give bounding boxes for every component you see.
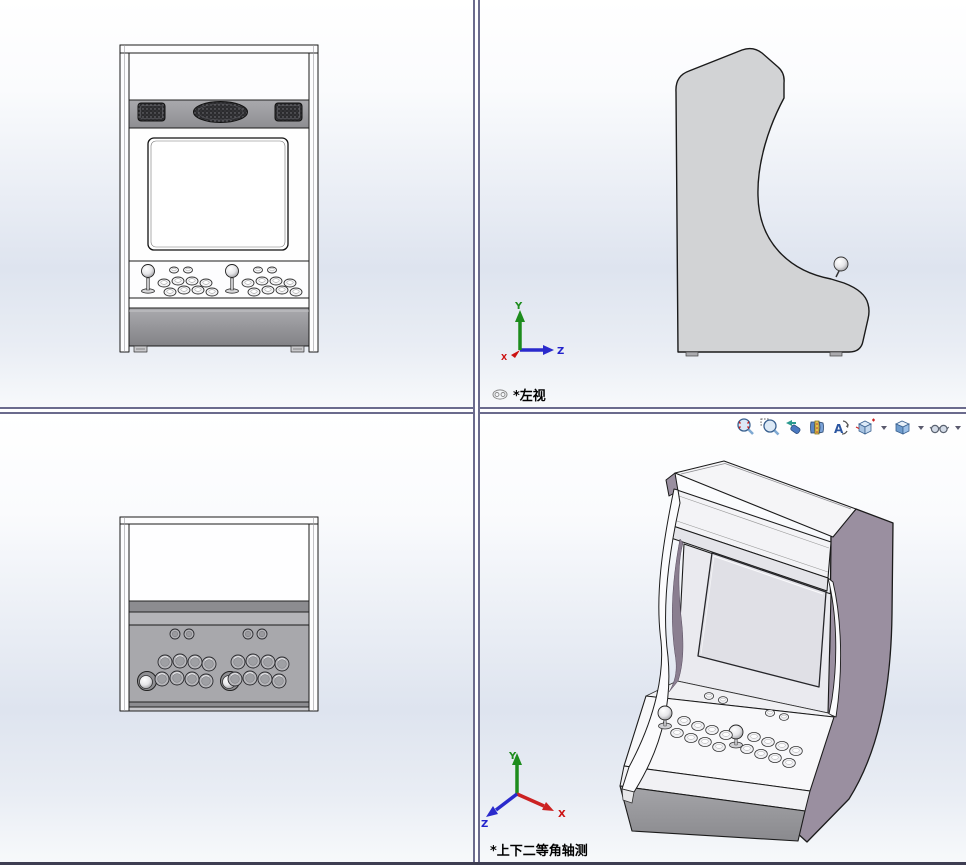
viewport-top[interactable] (0, 414, 473, 862)
view-label: *上下二等角轴测 (490, 840, 588, 859)
feet (133, 345, 305, 353)
marquee[interactable] (128, 52, 310, 101)
view-label-text: *上下二等角轴测 (490, 844, 588, 859)
dynamic-annotation-views-icon[interactable]: A (831, 417, 852, 438)
viewport-divider-vertical[interactable] (473, 0, 480, 862)
front-cabinet[interactable] (119, 44, 319, 353)
y-axis-label: Y (508, 751, 517, 762)
section-view-icon[interactable] (807, 417, 828, 438)
base-panel[interactable] (128, 307, 310, 347)
view-label: *左视 (492, 385, 546, 404)
viewport-divider-horizontal[interactable] (0, 407, 966, 414)
viewport-grid: Y Z X *左视 A Y X Z *上下二等角轴测 (0, 0, 966, 865)
view-label-text: *左视 (513, 389, 546, 404)
link-icon (492, 389, 508, 400)
control-panel-top[interactable] (128, 624, 310, 703)
marquee-top (128, 523, 310, 602)
top-cabinet[interactable] (119, 516, 319, 712)
display-style-dropdown-icon[interactable] (918, 425, 924, 430)
side-profile[interactable] (675, 47, 870, 357)
view-orientation-dropdown-icon[interactable] (881, 425, 887, 430)
joystick-ball (833, 256, 849, 272)
hide-show-items-dropdown-icon[interactable] (955, 425, 961, 430)
zoom-to-fit-icon[interactable] (735, 417, 756, 438)
joystick-p1[interactable] (137, 671, 157, 691)
control-panel[interactable] (128, 260, 310, 299)
screen[interactable] (147, 137, 289, 251)
speaker-grille-center (193, 101, 248, 123)
top-cap (119, 44, 319, 54)
display-style-icon[interactable] (892, 417, 913, 438)
isometric-view-drawing (619, 460, 894, 843)
axis-triad: Y Z X (501, 301, 564, 362)
y-axis-label: Y (514, 301, 523, 312)
x-axis-label: X (558, 809, 566, 820)
heads-up-toolbar: A (735, 417, 963, 438)
axis-triad: Y X Z (481, 751, 566, 829)
viewport-isometric[interactable]: A Y X Z *上下二等角轴测 (480, 414, 966, 862)
iso-cabinet[interactable] (619, 460, 894, 843)
hide-show-items-icon[interactable] (929, 417, 950, 438)
speaker-band[interactable] (128, 99, 310, 129)
top-view-drawing (119, 516, 319, 712)
viewport-side[interactable]: Y Z X *左视 (480, 0, 966, 407)
z-axis-label: Z (481, 819, 488, 829)
viewport-front[interactable] (0, 0, 473, 407)
z-axis-label: Z (557, 346, 564, 357)
joystick-p1[interactable] (657, 705, 673, 730)
side-view-drawing (675, 47, 870, 357)
previous-view-icon[interactable] (783, 417, 804, 438)
zoom-to-area-icon[interactable] (759, 417, 780, 438)
x-axis-label: X (501, 353, 508, 362)
view-orientation-icon[interactable] (855, 417, 876, 438)
front-view-drawing (119, 44, 319, 353)
